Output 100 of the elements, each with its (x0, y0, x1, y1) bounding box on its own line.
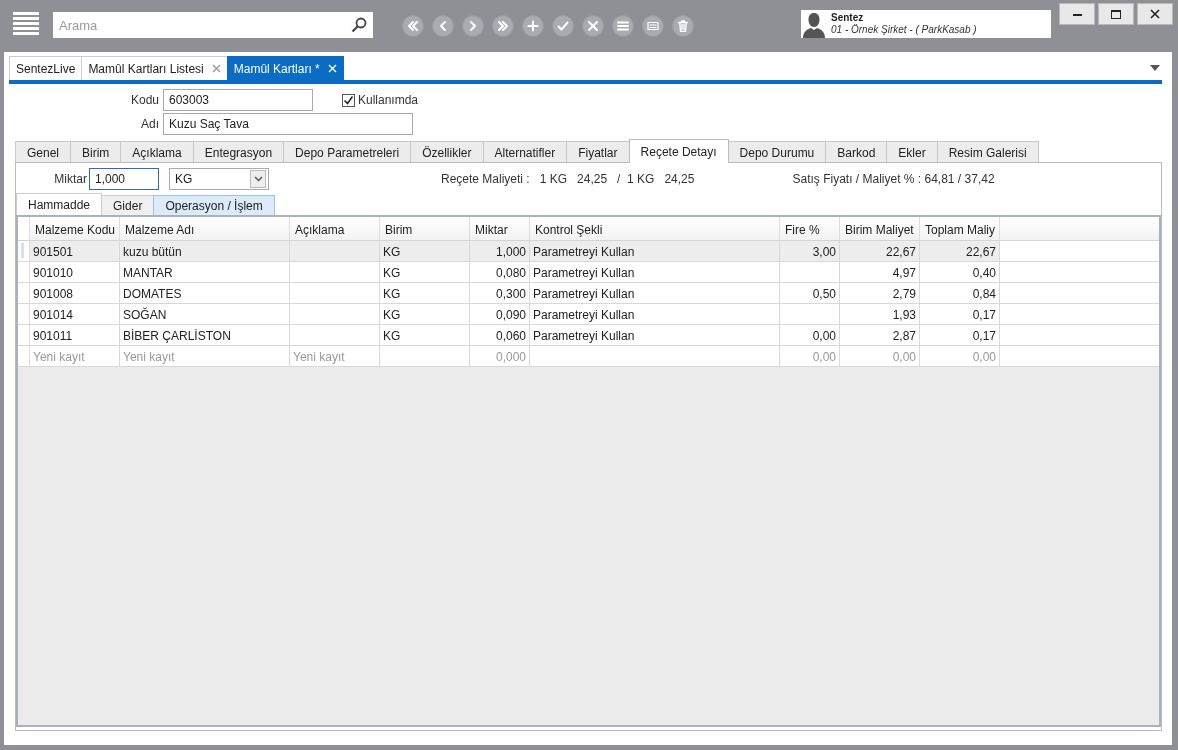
table-cell: 0,17 (920, 325, 1000, 345)
table-row[interactable]: 901008 DOMATES KG 0,300 Parametreyi Kullan 0,50 2,79 0,84 (18, 283, 1159, 304)
column-header[interactable]: Birim (380, 217, 470, 240)
table-cell: 0,00 (780, 346, 840, 366)
confirm-button[interactable] (552, 15, 574, 37)
column-header[interactable]: Malzeme Kodu (30, 217, 120, 240)
last-record-button[interactable] (492, 15, 514, 37)
table-cell: 901011 (30, 325, 120, 345)
table-row[interactable]: 901011 BİBER ÇARLİSTON KG 0,060 Parametreyi Kullan 0,00 2,87 0,17 (18, 325, 1159, 346)
tab[interactable]: Resim Galerisi (936, 141, 1039, 163)
tab[interactable]: Ekler (886, 141, 938, 163)
tab[interactable]: Depo Parametreleri (283, 141, 412, 163)
recipe-cost-text: Reçete Maliyeti : 1 KG 24,25 / 1 KG 24,25 (441, 172, 695, 186)
close-tab-icon[interactable] (211, 64, 221, 73)
name-field[interactable]: Kuzu Saç Tava (163, 113, 413, 135)
tab[interactable]: Genel (15, 141, 72, 163)
table-cell: Parametreyi Kullan (530, 262, 780, 282)
column-header[interactable]: Açıklama (290, 217, 380, 240)
table-cell: Yeni kayıt (120, 346, 290, 366)
search-field[interactable]: Arama (53, 12, 373, 38)
table-cell: BİBER ÇARLİSTON (120, 325, 290, 345)
trash-icon (677, 20, 689, 32)
right-chevron-icon (467, 20, 479, 32)
table-cell: 1,93 (840, 304, 920, 324)
maximize-button[interactable] (1098, 3, 1134, 25)
table-cell: 0,090 (470, 304, 530, 324)
tab[interactable]: Birim (70, 141, 122, 163)
table-cell: 0,84 (920, 283, 1000, 303)
add-button[interactable] (522, 15, 544, 37)
user-avatar-icon (803, 12, 825, 38)
company-name: 01 - Örnek Şirket - ( ParkKasab ) (831, 24, 977, 36)
code-label: Kodu (129, 93, 160, 107)
column-header[interactable]: Fire % (780, 217, 840, 240)
table-cell: 0,40 (920, 262, 1000, 282)
column-header[interactable]: Miktar (470, 217, 530, 240)
menu-icon (13, 12, 39, 36)
table-cell: KG (380, 241, 470, 261)
table-row[interactable]: 901010 MANTAR KG 0,080 Parametreyi Kullan 4,97 0,40 (18, 262, 1159, 283)
quantity-field[interactable]: 1,000 (89, 168, 159, 190)
first-record-button[interactable] (402, 15, 424, 37)
left-chevron-icon (437, 20, 449, 32)
tab[interactable]: Depo Durumu (727, 141, 827, 163)
document-tab[interactable]: Mamûl Kartları * (226, 56, 344, 80)
column-header[interactable]: Kontrol Şekli (530, 217, 780, 240)
table-cell: DOMATES (120, 283, 290, 303)
double-left-icon (407, 20, 419, 32)
table-cell: Parametreyi Kullan (530, 241, 780, 261)
tab[interactable]: Barkod (825, 141, 888, 163)
column-header[interactable]: Birim Maliyet (840, 217, 920, 240)
minimize-button[interactable] (1059, 3, 1095, 25)
table-cell: 901008 (30, 283, 120, 303)
next-record-button[interactable] (462, 15, 484, 37)
chevron-down-icon (253, 176, 263, 182)
maximize-icon (1111, 9, 1121, 19)
table-cell: KG (380, 325, 470, 345)
table-cell: SOĞAN (120, 304, 290, 324)
menu-button[interactable] (13, 12, 39, 36)
table-cell: 0,300 (470, 283, 530, 303)
sub-tab[interactable]: Gider (101, 195, 155, 215)
unit-dropdown[interactable]: KG (169, 168, 269, 190)
cross-icon (587, 20, 599, 32)
tab[interactable]: Özellikler (410, 141, 484, 163)
table-cell: Parametreyi Kullan (530, 325, 780, 345)
table-cell: 0,000 (470, 346, 530, 366)
table-cell: Yeni kayıt (290, 346, 380, 366)
tab[interactable]: Alternatifler (482, 141, 568, 163)
sub-tab[interactable]: Hammadde (16, 193, 103, 215)
table-cell: 0,060 (470, 325, 530, 345)
table-cell: kuzu bütün (120, 241, 290, 261)
table-cell: MANTAR (120, 262, 290, 282)
column-header[interactable]: Malzeme Adı (120, 217, 290, 240)
table-cell: 2,87 (840, 325, 920, 345)
code-field[interactable]: 603003 (163, 89, 313, 111)
close-icon (1150, 9, 1160, 19)
close-button[interactable] (1137, 3, 1173, 25)
list-button[interactable] (612, 15, 634, 37)
table-cell: Parametreyi Kullan (530, 304, 780, 324)
table-row[interactable]: 901501 kuzu bütün KG 1,000 Parametreyi Kullan 3,00 22,67 22,67 (18, 241, 1159, 262)
tab[interactable]: Reçete Detayı (628, 139, 729, 163)
column-header[interactable]: Toplam Maliy (920, 217, 1000, 240)
delete-button[interactable] (672, 15, 694, 37)
table-row[interactable]: 901014 SOĞAN KG 0,090 Parametreyi Kullan 1,93 0,17 (18, 304, 1159, 325)
previous-record-button[interactable] (432, 15, 454, 37)
user-name: Sentez (831, 12, 865, 24)
table-cell: 3,00 (780, 241, 840, 261)
in-use-checkbox[interactable]: Kullanımda (342, 93, 419, 107)
tab[interactable]: Entegrasyon (192, 141, 285, 163)
keyboard-button[interactable] (642, 15, 664, 37)
table-cell: 0,00 (780, 325, 840, 345)
table-cell: 901010 (30, 262, 120, 282)
table-cell: 0,080 (470, 262, 530, 282)
dropdown-caret-icon[interactable] (1150, 65, 1160, 71)
table-cell: Parametreyi Kullan (530, 283, 780, 303)
sub-tab[interactable]: Operasyon / İşlem (153, 195, 275, 215)
name-label: Adı (140, 117, 160, 131)
search-icon (351, 17, 367, 33)
table-cell: 4,97 (840, 262, 920, 282)
cancel-button[interactable] (582, 15, 604, 37)
tab[interactable]: Açıklama (120, 141, 194, 163)
tab[interactable]: Fiyatlar (566, 141, 630, 163)
